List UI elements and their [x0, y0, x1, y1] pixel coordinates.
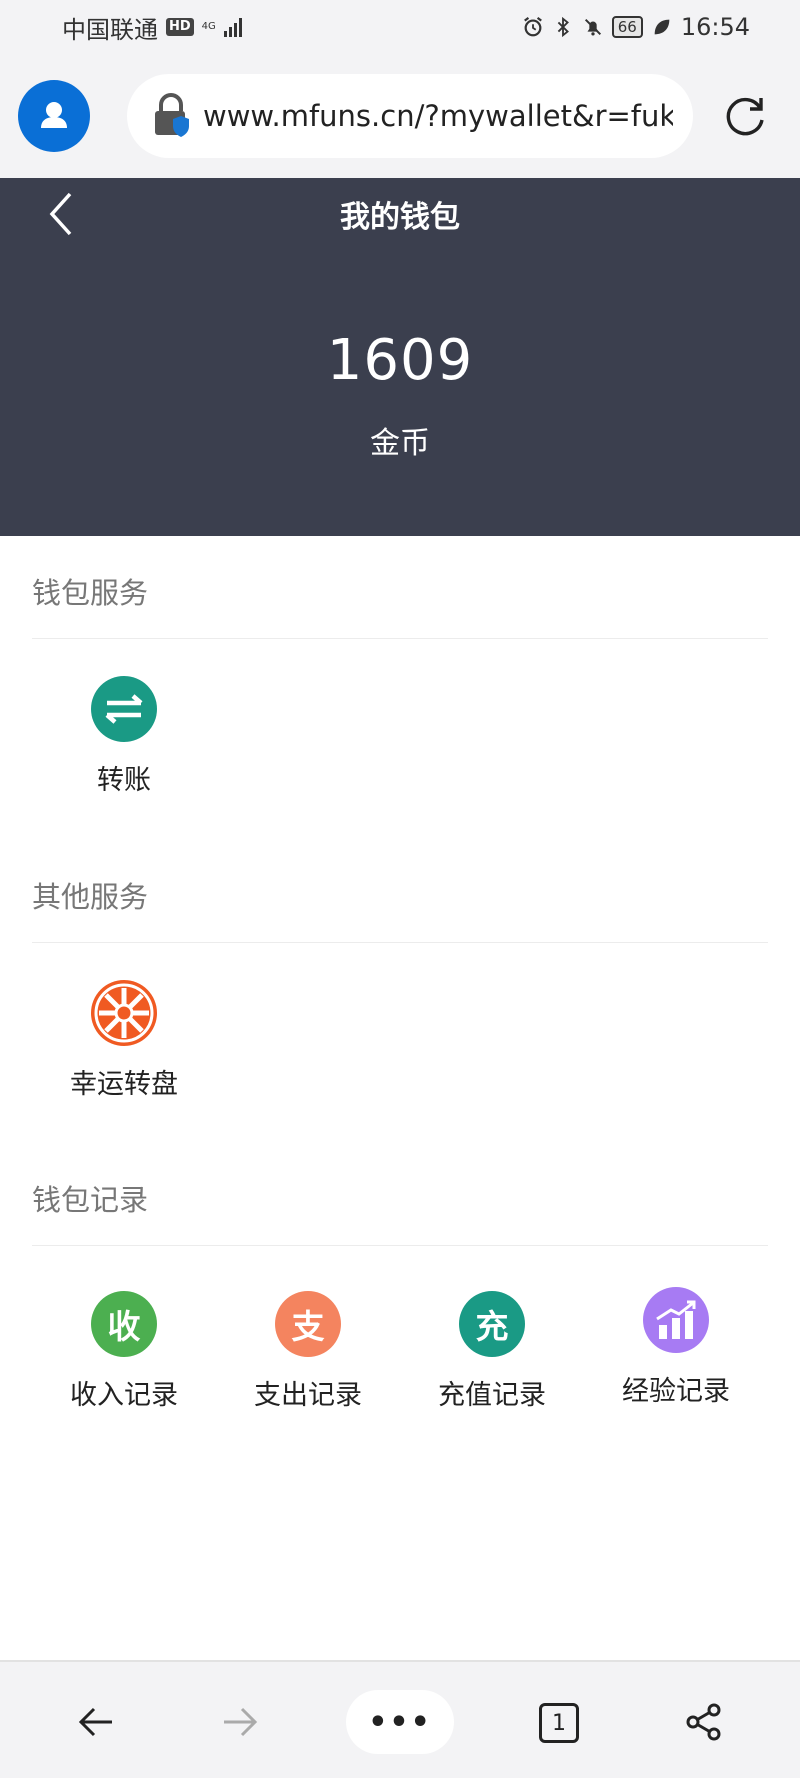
coin-unit: 金币	[370, 426, 430, 461]
transfer-button[interactable]: 转账	[32, 676, 216, 797]
section-title: 其他服务	[32, 880, 149, 914]
transfer-icon	[91, 676, 157, 742]
section-title: 钱包记录	[32, 1183, 149, 1217]
carrier-name: 中国联通	[62, 15, 158, 44]
back-arrow-icon[interactable]	[76, 1702, 116, 1742]
divider	[32, 1245, 768, 1246]
lucky-wheel-label: 幸运转盘	[70, 1069, 178, 1100]
status-right: 66 16:54	[522, 13, 750, 41]
share-icon[interactable]	[684, 1702, 724, 1742]
expense-icon: 支	[275, 1291, 341, 1357]
transfer-label: 转账	[97, 765, 151, 796]
signal-icon	[223, 17, 242, 37]
battery-indicator: 66	[611, 16, 643, 38]
url-text: www.mfuns.cn/?mywallet&r=fuku	[203, 99, 673, 133]
income-records-label: 收入记录	[70, 1380, 178, 1411]
wallet-services-section: 钱包服务 转账	[0, 536, 800, 796]
wheel-icon	[91, 980, 157, 1046]
profile-avatar[interactable]	[18, 80, 90, 152]
user-icon	[41, 102, 67, 128]
browser-bottom-nav: ••• 1	[0, 1660, 800, 1778]
network-type-label: 4G	[201, 21, 216, 32]
exp-records-label: 经验记录	[622, 1376, 730, 1407]
recharge-records-button[interactable]: 充 充值记录	[400, 1291, 584, 1412]
address-bar[interactable]: www.mfuns.cn/?mywallet&r=fuku	[127, 74, 693, 158]
hd-badge: HD	[166, 18, 194, 36]
lock-icon	[155, 93, 189, 137]
income-records-button[interactable]: 收 收入记录	[32, 1291, 216, 1412]
tabs-button[interactable]: 1	[539, 1703, 579, 1743]
coin-balance: 1609	[326, 328, 474, 393]
recharge-records-label: 充值记录	[438, 1380, 546, 1411]
wallet-header: 我的钱包 1609 金币	[0, 178, 800, 536]
more-menu-button[interactable]: •••	[346, 1690, 454, 1754]
page-title: 我的钱包	[340, 200, 460, 235]
section-title: 钱包服务	[32, 576, 149, 610]
clock: 16:54	[680, 13, 750, 41]
mute-icon	[584, 18, 601, 36]
browser-toolbar: www.mfuns.cn/?mywallet&r=fuku	[0, 54, 800, 178]
leaf-icon	[654, 19, 670, 35]
income-glyph: 收	[107, 1307, 141, 1346]
divider	[32, 638, 768, 639]
expense-glyph: 支	[291, 1307, 325, 1346]
bluetooth-icon	[557, 16, 569, 38]
chart-icon	[643, 1287, 709, 1353]
status-left: 中国联通 HD 4G	[62, 10, 242, 45]
network-type: 4G	[202, 22, 216, 32]
income-icon: 收	[91, 1291, 157, 1357]
lucky-wheel-button[interactable]: 幸运转盘	[32, 980, 216, 1101]
exp-records-button[interactable]: 经验记录	[584, 1287, 768, 1408]
status-bar: 中国联通 HD 4G 66 16:54	[0, 0, 800, 54]
expense-records-label: 支出记录	[254, 1380, 362, 1411]
recharge-icon: 充	[459, 1291, 525, 1357]
expense-records-button[interactable]: 支 支出记录	[216, 1291, 400, 1412]
other-services-section: 其他服务 幸运转盘	[0, 840, 800, 1100]
wallet-records-section: 钱包记录 收 收入记录 支 支出记录 充 充值记录 经验记录	[0, 1143, 800, 1423]
forward-arrow-icon[interactable]	[220, 1702, 260, 1742]
divider	[32, 942, 768, 943]
alarm-icon	[523, 16, 542, 37]
reload-icon[interactable]	[724, 94, 768, 138]
recharge-glyph: 充	[475, 1307, 509, 1346]
